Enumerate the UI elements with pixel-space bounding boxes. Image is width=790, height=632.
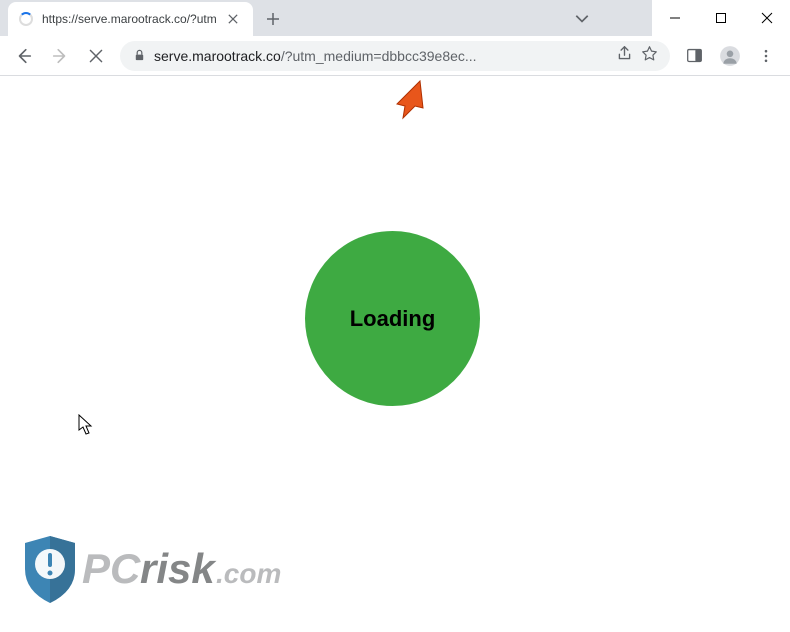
svg-text:.com: .com [216,558,281,589]
tab-loading-spinner-icon [18,11,34,27]
pcrisk-watermark-logo: PC risk .com [20,531,310,616]
loading-label: Loading [350,306,436,332]
forward-button[interactable] [44,40,76,72]
minimize-button[interactable] [652,0,698,36]
tab-close-button[interactable] [225,11,241,27]
svg-text:PC: PC [82,545,141,592]
lock-icon[interactable] [132,49,146,63]
address-bar[interactable]: serve.marootrack.co/?utm_medium=dbbcc39e… [120,41,670,71]
window-close-button[interactable] [744,0,790,36]
stop-button[interactable] [80,40,112,72]
page-content: Loading PC risk .com [0,76,790,632]
tab-title: https://serve.marootrack.co/?utm [42,12,217,26]
back-button[interactable] [8,40,40,72]
maximize-button[interactable] [698,0,744,36]
url-text: serve.marootrack.co/?utm_medium=dbbcc39e… [154,48,608,64]
svg-text:risk: risk [140,545,217,592]
toolbar: serve.marootrack.co/?utm_medium=dbbcc39e… [0,36,790,76]
browser-tab[interactable]: https://serve.marootrack.co/?utm [8,2,253,36]
new-tab-button[interactable] [259,5,287,33]
url-path: /?utm_medium=dbbcc39e8ec... [281,48,477,64]
url-domain: serve.marootrack.co [154,48,281,64]
bookmark-star-icon[interactable] [641,45,658,67]
share-icon[interactable] [616,45,633,67]
tab-search-chevron-icon[interactable] [574,10,590,31]
profile-avatar-icon[interactable] [714,40,746,72]
window-controls [652,0,790,36]
menu-dots-icon[interactable] [750,40,782,72]
side-panel-icon[interactable] [678,40,710,72]
loading-circle: Loading [305,231,480,406]
